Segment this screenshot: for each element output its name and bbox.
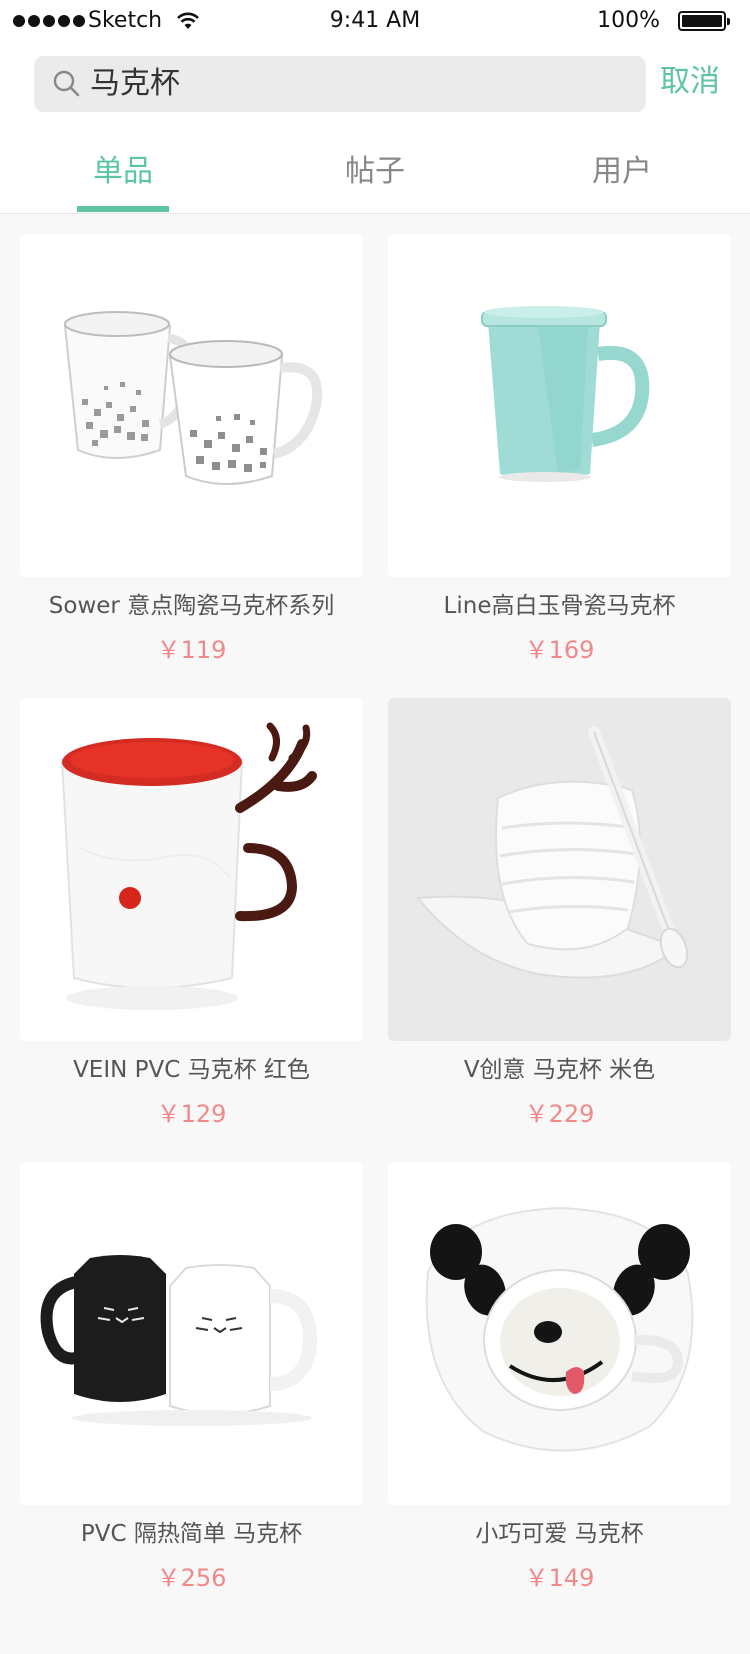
cancel-button[interactable]: 取消 bbox=[660, 62, 720, 102]
product-name[interactable]: Line高白玉骨瓷马克杯 bbox=[388, 586, 731, 626]
header: Sketch 9:41 AM 100% 马克杯 取消 单品 帖子 用户 bbox=[0, 0, 750, 214]
product-price: ￥149 bbox=[524, 1564, 595, 1592]
product-image-cat-mugs-pair[interactable] bbox=[20, 1162, 363, 1505]
product-price: ￥119 bbox=[156, 636, 227, 664]
search-icon bbox=[53, 70, 80, 97]
product-card[interactable]: Line高白玉骨瓷马克杯 ￥169 bbox=[388, 234, 731, 694]
tab-posts[interactable]: 帖子 bbox=[325, 150, 425, 214]
product-name[interactable]: 小巧可爱 马克杯 bbox=[388, 1514, 731, 1554]
battery-icon bbox=[678, 11, 730, 31]
product-name[interactable]: V创意 马克杯 米色 bbox=[388, 1050, 731, 1090]
product-card[interactable]: 小巧可爱 马克杯 ￥149 bbox=[388, 1162, 731, 1622]
product-price: ￥129 bbox=[156, 1100, 227, 1128]
product-price: ￥256 bbox=[156, 1564, 227, 1592]
active-tab-indicator bbox=[77, 206, 169, 212]
product-price: ￥169 bbox=[524, 636, 595, 664]
product-name[interactable]: VEIN PVC 马克杯 红色 bbox=[20, 1050, 363, 1090]
search-query: 马克杯 bbox=[90, 66, 180, 101]
product-card[interactable]: PVC 隔热简单 马克杯 ￥256 bbox=[20, 1162, 363, 1622]
search-input[interactable]: 马克杯 bbox=[34, 56, 646, 112]
tab-users[interactable]: 用户 bbox=[572, 150, 672, 214]
product-card[interactable]: VEIN PVC 马克杯 红色 ￥129 bbox=[20, 698, 363, 1158]
product-image-white-mugs-pair[interactable] bbox=[20, 234, 363, 577]
battery-percent: 100% bbox=[597, 8, 660, 33]
product-name[interactable]: PVC 隔热简单 马克杯 bbox=[20, 1514, 363, 1554]
product-image-red-antler-mug[interactable] bbox=[20, 698, 363, 1041]
product-image-white-cup-with-spoon[interactable] bbox=[388, 698, 731, 1041]
product-card[interactable]: Sower 意点陶瓷马克杯系列 ￥119 bbox=[20, 234, 363, 694]
product-name[interactable]: Sower 意点陶瓷马克杯系列 bbox=[20, 586, 363, 626]
product-image-mint-mug-with-lid[interactable] bbox=[388, 234, 731, 577]
status-bar: Sketch 9:41 AM 100% bbox=[0, 0, 750, 44]
tab-bar: 单品 帖子 用户 bbox=[0, 150, 750, 214]
product-image-panda-cup[interactable] bbox=[388, 1162, 731, 1505]
product-card[interactable]: V创意 马克杯 米色 ￥229 bbox=[388, 698, 731, 1158]
tab-products[interactable]: 单品 bbox=[73, 150, 173, 214]
product-price: ￥229 bbox=[524, 1100, 595, 1128]
